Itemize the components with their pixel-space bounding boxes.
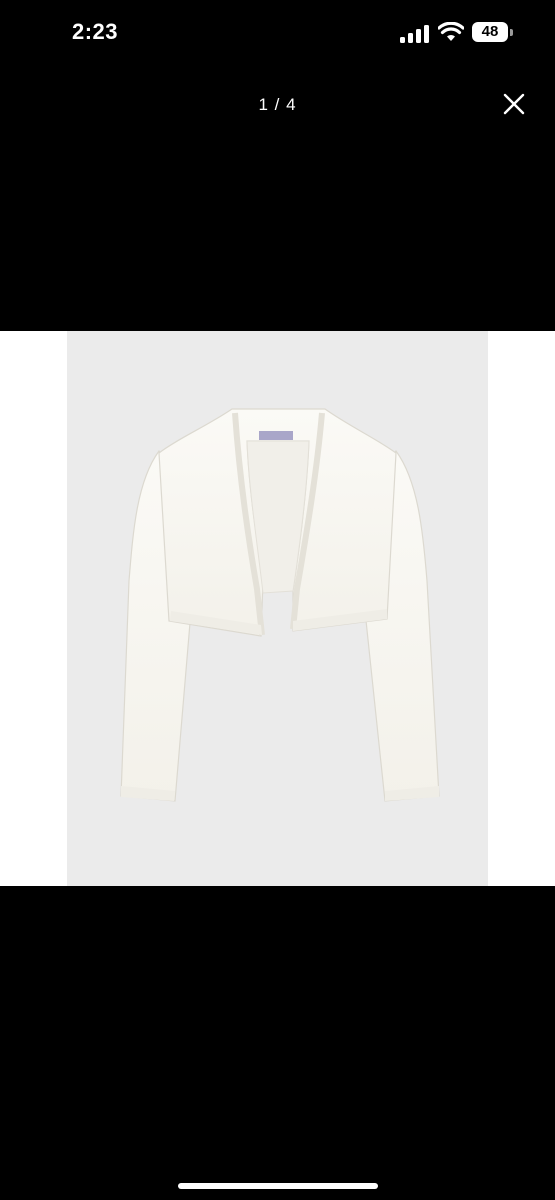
image-stage[interactable] (0, 331, 555, 886)
page-counter: 1 / 4 (258, 95, 297, 114)
close-icon[interactable] (498, 88, 530, 120)
product-photo (67, 331, 488, 886)
battery-cap (510, 29, 513, 36)
home-indicator[interactable] (178, 1183, 378, 1189)
cardigan-photo (120, 408, 440, 802)
wifi-icon (438, 22, 464, 41)
battery-icon: 48 (472, 22, 516, 44)
status-bar: 2:23 48 (0, 0, 555, 66)
neck-label (259, 431, 293, 440)
cellular-signal-icon (400, 25, 429, 43)
battery-level: 48 (472, 22, 508, 42)
viewer-header: 1 / 4 (0, 80, 555, 130)
status-time: 2:23 (72, 19, 119, 44)
